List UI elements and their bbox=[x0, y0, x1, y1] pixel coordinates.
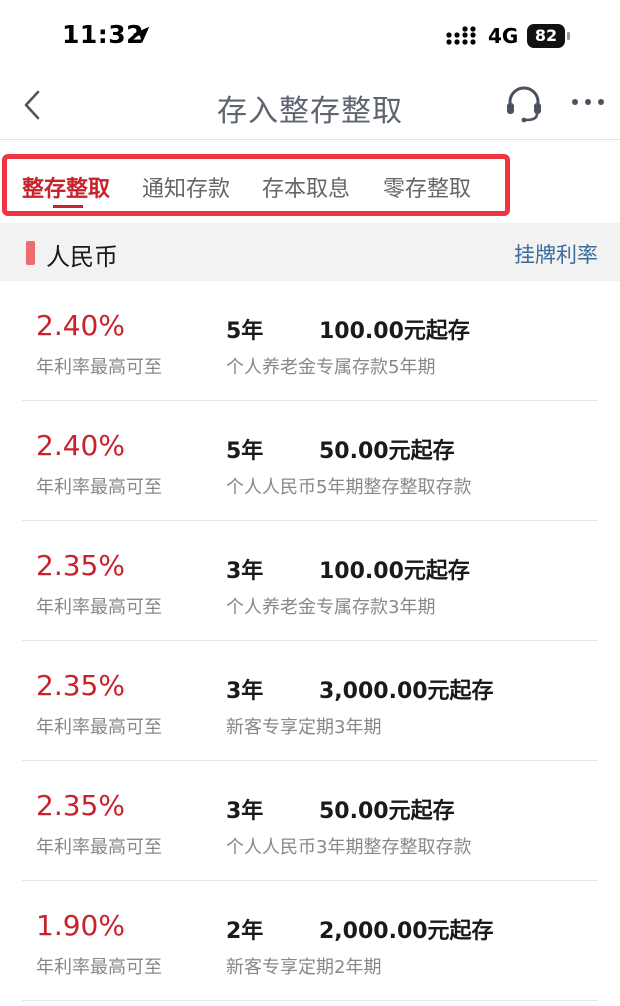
product-name: 个人人民币3年期整存整取存款 bbox=[226, 837, 472, 858]
product-row[interactable]: 2.40% 年利率最高可至 5年 50.00元起存 个人人民币5年期整存整取存款 bbox=[22, 401, 598, 521]
battery-level: 82 bbox=[527, 24, 565, 48]
network-type: 4G bbox=[488, 24, 519, 48]
product-term: 5年 bbox=[226, 439, 264, 464]
tab-installment-deposit[interactable]: 零存整取 bbox=[383, 171, 471, 203]
product-rate: 2.40% bbox=[36, 429, 125, 462]
active-tab-indicator bbox=[53, 205, 83, 208]
product-rate: 2.35% bbox=[36, 789, 125, 822]
status-bar: 11:32 4G 82 bbox=[0, 0, 620, 70]
headset-icon[interactable] bbox=[504, 84, 544, 124]
product-min-amount: 100.00元起存 bbox=[319, 319, 470, 344]
product-min-amount: 2,000.00元起存 bbox=[319, 919, 494, 944]
currency-label: 人民币 bbox=[46, 243, 118, 271]
signal-bars-icon bbox=[446, 26, 476, 45]
product-name: 新客专享定期3年期 bbox=[226, 717, 382, 738]
product-rate: 2.40% bbox=[36, 309, 125, 342]
product-rate-label: 年利率最高可至 bbox=[36, 717, 162, 738]
product-row[interactable]: 2.35% 年利率最高可至 3年 50.00元起存 个人人民币3年期整存整取存款 bbox=[22, 761, 598, 881]
product-term: 3年 bbox=[226, 679, 264, 704]
product-name: 个人人民币5年期整存整取存款 bbox=[226, 477, 472, 498]
product-row[interactable]: 2.35% 年利率最高可至 3年 100.00元起存 个人养老金专属存款3年期 bbox=[22, 521, 598, 641]
currency-marker bbox=[26, 241, 35, 265]
listed-rate-link[interactable]: 挂牌利率 bbox=[514, 239, 598, 269]
product-rate-label: 年利率最高可至 bbox=[36, 597, 162, 618]
product-term: 2年 bbox=[226, 919, 264, 944]
product-term: 3年 bbox=[226, 559, 264, 584]
product-row[interactable]: 2.40% 年利率最高可至 5年 100.00元起存 个人养老金专属存款5年期 bbox=[22, 281, 598, 401]
product-min-amount: 100.00元起存 bbox=[319, 559, 470, 584]
product-row[interactable]: 1.90% 年利率最高可至 2年 2,000.00元起存 新客专享定期2年期 bbox=[22, 881, 598, 1001]
product-rate-label: 年利率最高可至 bbox=[36, 957, 162, 978]
product-rate: 2.35% bbox=[36, 549, 125, 582]
tab-interest-withdrawal[interactable]: 存本取息 bbox=[262, 171, 350, 203]
product-rate-label: 年利率最高可至 bbox=[36, 477, 162, 498]
product-min-amount: 3,000.00元起存 bbox=[319, 679, 494, 704]
product-term: 5年 bbox=[226, 319, 264, 344]
product-name: 个人养老金专属存款5年期 bbox=[226, 357, 436, 378]
location-arrow-icon bbox=[132, 26, 150, 44]
nav-bar: 存入整存整取 bbox=[0, 70, 620, 140]
product-row[interactable]: 2.35% 年利率最高可至 3年 3,000.00元起存 新客专享定期3年期 bbox=[22, 641, 598, 761]
deposit-type-tabs: 整存整取 通知存款 存本取息 零存整取 bbox=[0, 141, 620, 223]
battery-icon: 82 bbox=[527, 24, 571, 48]
product-min-amount: 50.00元起存 bbox=[319, 439, 455, 464]
tab-notice-deposit[interactable]: 通知存款 bbox=[142, 171, 230, 203]
product-name: 新客专享定期2年期 bbox=[226, 957, 382, 978]
product-name: 个人养老金专属存款3年期 bbox=[226, 597, 436, 618]
battery-cap bbox=[567, 32, 570, 40]
product-rate-label: 年利率最高可至 bbox=[36, 837, 162, 858]
tab-fixed-deposit[interactable]: 整存整取 bbox=[22, 171, 110, 203]
product-min-amount: 50.00元起存 bbox=[319, 799, 455, 824]
currency-section-header: 人民币 挂牌利率 bbox=[0, 223, 620, 281]
product-list: 2.40% 年利率最高可至 5年 100.00元起存 个人养老金专属存款5年期 … bbox=[0, 281, 620, 1001]
product-rate: 2.35% bbox=[36, 669, 125, 702]
more-dots-icon[interactable] bbox=[570, 96, 606, 108]
product-term: 3年 bbox=[226, 799, 264, 824]
product-rate-label: 年利率最高可至 bbox=[36, 357, 162, 378]
product-rate: 1.90% bbox=[36, 909, 125, 942]
